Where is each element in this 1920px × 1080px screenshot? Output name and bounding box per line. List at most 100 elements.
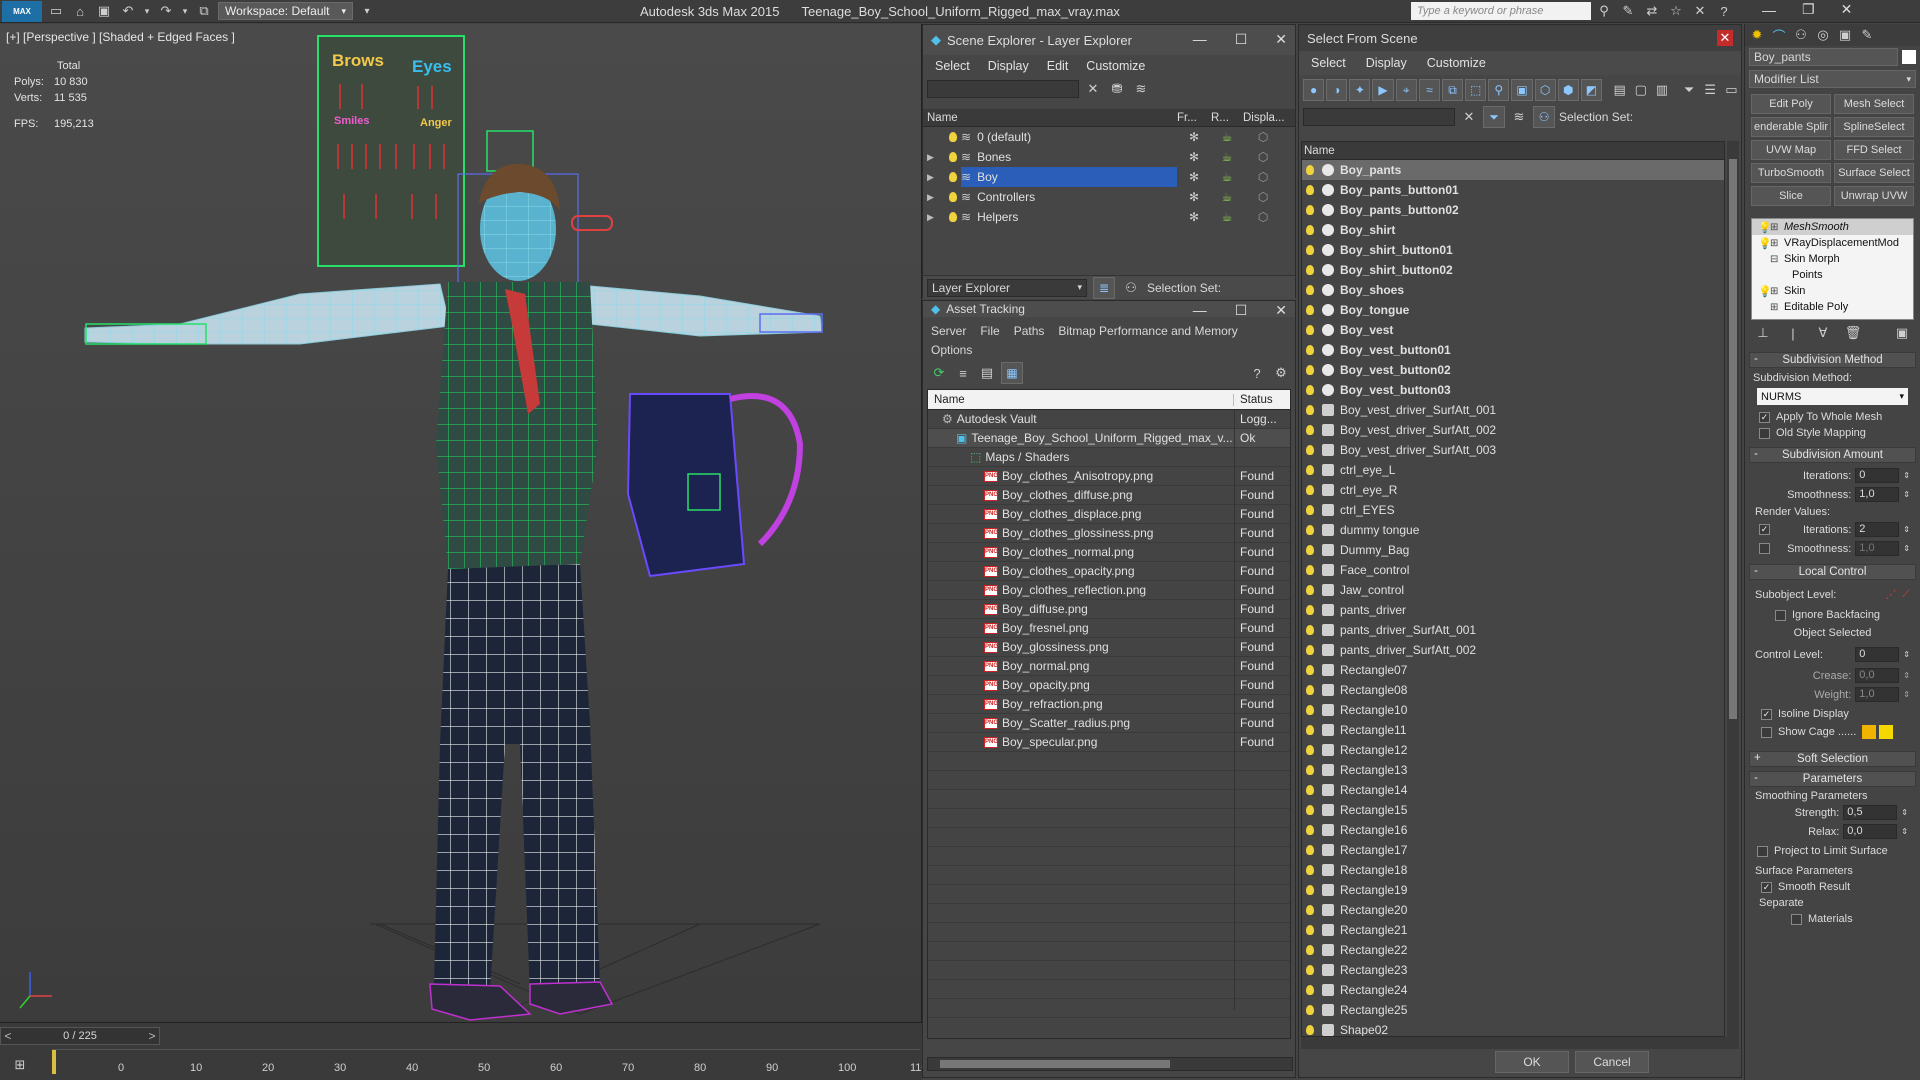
asset-row[interactable]: PNG Boy_clothes_Anisotropy.png Found [928,467,1290,486]
clear-search-icon[interactable]: ✕ [1459,107,1479,127]
lightbulb-icon[interactable] [1306,1025,1314,1035]
object-row[interactable]: ctrl_eye_R [1302,480,1724,500]
layer-row[interactable]: ▶ ≋ Controllers ✻ ☕ ⬡ [923,187,1295,207]
expand-arrow-icon[interactable]: ▶ [927,172,941,183]
display-icon[interactable]: ⬡ [1243,170,1283,184]
asset-row[interactable]: PNG Boy_clothes_diffuse.png Found [928,486,1290,505]
modifier-button[interactable]: Slice [1751,186,1831,206]
menu-server[interactable]: Server [931,324,966,338]
object-row[interactable]: Rectangle08 [1302,680,1724,700]
asset-row[interactable]: PNG Boy_fresnel.png Found [928,619,1290,638]
lightbulb-icon[interactable] [1306,625,1314,635]
track-bar[interactable]: 010203040506070809010011012 [52,1049,994,1077]
ignore-backfacing-checkbox[interactable] [1775,609,1786,621]
modifier-button[interactable]: Unwrap UVW [1834,186,1914,206]
perspective-viewport[interactable]: [+] [Perspective ] [Shaded + Edged Faces… [0,24,922,1022]
restore-icon[interactable]: ❐ [1802,1,1815,18]
object-row[interactable]: Boy_vest_driver_SurfAtt_001 [1302,400,1724,420]
tools-icon[interactable]: ✎ [1618,1,1638,21]
filter-lights-icon[interactable]: ✦ [1349,79,1371,101]
object-row[interactable]: Rectangle13 [1302,760,1724,780]
lightbulb-icon[interactable]: 💡 [1758,285,1772,298]
strength-spinner[interactable]: 0,5 [1843,805,1898,820]
lightbulb-icon[interactable] [1306,685,1314,695]
table-view-icon[interactable]: ▦ [1001,362,1023,384]
column-render[interactable]: R... [1211,112,1243,124]
lightbulb-icon[interactable] [1306,965,1314,975]
freeze-icon[interactable]: ✻ [1177,210,1211,224]
object-row[interactable]: Rectangle23 [1302,960,1724,980]
lightbulb-icon[interactable] [1306,545,1314,555]
lightbulb-icon[interactable] [949,132,957,142]
modifier-stack-item[interactable]: 💡 ⊞ MeshSmooth [1752,219,1913,235]
create-tab-icon[interactable]: ✹ [1747,25,1767,45]
utilities-tab-icon[interactable]: ✎ [1857,25,1877,45]
modifier-stack-item[interactable]: ⊟ Skin Morph [1752,251,1913,267]
lightbulb-icon[interactable] [1306,705,1314,715]
lightbulb-icon[interactable] [1306,985,1314,995]
isoline-display-checkbox[interactable]: ✓ [1761,708,1772,720]
freeze-icon[interactable]: ✻ [1177,130,1211,144]
select-all-icon[interactable]: ▤ [1610,80,1629,100]
object-row[interactable]: Rectangle16 [1302,820,1724,840]
object-row[interactable]: Boy_shirt_button02 [1302,260,1724,280]
asset-row[interactable]: ⬚ Maps / Shaders [928,448,1290,467]
object-row[interactable]: Rectangle11 [1302,720,1724,740]
object-row[interactable]: Rectangle07 [1302,660,1724,680]
settings-icon[interactable]: ⚙ [1271,363,1291,383]
asset-row[interactable]: PNG Boy_Scatter_radius.png Found [928,714,1290,733]
lightbulb-icon[interactable] [1306,825,1314,835]
help-icon[interactable]: ? [1247,363,1267,383]
modifier-button[interactable]: Mesh Select [1834,94,1914,114]
relax-spinner[interactable]: 0,0 [1843,824,1898,839]
menu-select[interactable]: Select [1311,56,1346,70]
undo-dropdown-icon[interactable]: ▾ [142,1,152,21]
menu-select[interactable]: Select [935,59,970,73]
modifier-button[interactable]: FFD Select [1834,140,1914,160]
display-icon[interactable]: ⬡ [1243,150,1283,164]
object-row[interactable]: Face_control [1302,560,1724,580]
freeze-icon[interactable]: ✻ [1177,190,1211,204]
lightbulb-icon[interactable] [1306,1005,1314,1015]
menu-customize[interactable]: Customize [1427,56,1486,70]
object-row[interactable]: Rectangle15 [1302,800,1724,820]
rollout-local-control[interactable]: - Local Control [1749,564,1916,580]
motion-tab-icon[interactable]: ◎ [1813,25,1833,45]
asset-row[interactable]: PNG Boy_clothes_normal.png Found [928,543,1290,562]
layer-row[interactable]: ▶ ≋ Helpers ✻ ☕ ⬡ [923,207,1295,227]
rollout-subdivision-amount[interactable]: - Subdivision Amount [1749,447,1916,463]
object-row[interactable]: Dummy_Bag [1302,540,1724,560]
lightbulb-icon[interactable] [1306,285,1314,295]
lightbulb-icon[interactable] [1306,185,1314,195]
close-icon[interactable]: ✕ [1275,31,1287,48]
scene-explorer-search[interactable] [927,80,1079,98]
object-row[interactable]: Rectangle25 [1302,1000,1724,1020]
lightbulb-icon[interactable] [1306,225,1314,235]
object-row[interactable]: pants_driver [1302,600,1724,620]
display-icon[interactable]: ⬡ [1243,210,1283,224]
smoothness-spinner[interactable]: 1,0 [1855,487,1900,502]
lightbulb-icon[interactable] [949,192,957,202]
lightbulb-icon[interactable] [1306,265,1314,275]
lightbulb-icon[interactable] [1306,645,1314,655]
layer-row[interactable]: ▶ ≋ Boy ✻ ☕ ⬡ [923,167,1295,187]
column-freeze[interactable]: Fr... [1177,112,1211,124]
lightbulb-icon[interactable] [1306,665,1314,675]
render-iterations-checkbox[interactable]: ✓ [1759,524,1770,535]
filter-groups-icon[interactable]: ⧉ [1441,79,1464,101]
object-row[interactable]: Boy_shirt_button01 [1302,240,1724,260]
spinner-arrows-icon[interactable]: ⇕ [1903,650,1910,659]
lightbulb-icon[interactable] [1306,505,1314,515]
spinner-arrows-icon[interactable]: ⇕ [1903,525,1910,534]
modifier-stack-item[interactable]: ⊞ Editable Poly [1752,299,1913,315]
clear-search-icon[interactable]: ✕ [1083,79,1103,99]
show-cage-checkbox[interactable] [1761,726,1772,738]
menu-display[interactable]: Display [1366,56,1407,70]
timeline[interactable]: < 0 / 225 > ⊞ 01020304050607080901001101… [0,1022,994,1080]
filter-geometry-icon[interactable]: ● [1303,79,1325,101]
rollout-subdivision-method[interactable]: - Subdivision Method [1749,352,1916,368]
display-tab-icon[interactable]: ▣ [1835,25,1855,45]
funnel-icon[interactable]: ⏷ [1680,80,1699,100]
expand-toggle-icon[interactable]: ⊞ [1770,286,1784,297]
menu-bitmap-performance[interactable]: Bitmap Performance and Memory [1058,324,1237,338]
